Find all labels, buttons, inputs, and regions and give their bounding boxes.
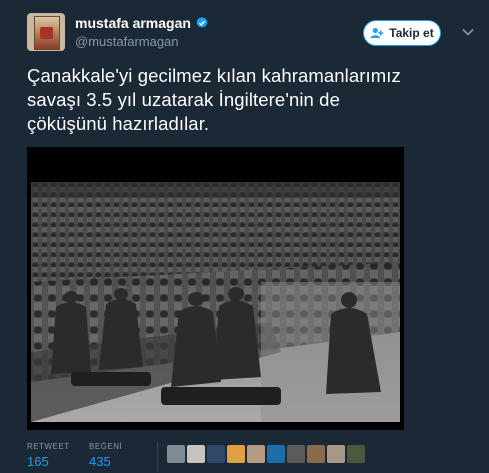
like-label: BEĞENİ [89, 442, 123, 451]
liker-avatar[interactable] [187, 445, 205, 463]
liker-avatar[interactable] [227, 445, 245, 463]
tweet-line: savaşı 3.5 yıl uzatarak İngiltere'nin de [27, 89, 340, 110]
name-row: mustafa armagan [75, 15, 209, 31]
liker-avatar[interactable] [327, 445, 345, 463]
tweet-media[interactable] [27, 147, 404, 430]
display-name[interactable]: mustafa armagan [75, 15, 191, 31]
chevron-down-icon[interactable] [461, 25, 475, 39]
stats-divider [157, 442, 158, 472]
like-count: 435 [89, 454, 111, 469]
tweet-line: çöküşünü hazırladılar. [27, 113, 210, 134]
liker-avatar[interactable] [307, 445, 325, 463]
tweet-text: Çanakkale'yi gecilmez kılan kahramanları… [27, 64, 477, 136]
retweet-label: RETWEET [27, 442, 70, 451]
photo-illustration [31, 182, 400, 422]
follow-button-label: Takip et [389, 26, 434, 40]
tweet-stats: RETWEET 165 BEĞENİ 435 [27, 442, 489, 473]
verified-icon [196, 16, 208, 28]
like-stat[interactable]: BEĞENİ 435 [89, 442, 122, 469]
avatar[interactable] [27, 13, 65, 51]
liker-avatar[interactable] [347, 445, 365, 463]
retweet-stat[interactable]: RETWEET 165 [27, 442, 70, 469]
user-handle[interactable]: @mustafarmagan [75, 34, 179, 49]
liker-avatar[interactable] [247, 445, 265, 463]
liker-avatar[interactable] [167, 445, 185, 463]
liker-avatar[interactable] [267, 445, 285, 463]
liker-avatars [167, 445, 365, 463]
retweet-count: 165 [27, 454, 49, 469]
add-user-icon [370, 27, 384, 39]
liker-avatar[interactable] [287, 445, 305, 463]
tweet-photo [31, 182, 400, 422]
tweet-header: mustafa armagan @mustafarmagan Takip et [27, 13, 475, 53]
tweet-line: Çanakkale'yi gecilmez kılan kahramanları… [27, 65, 401, 86]
liker-avatar[interactable] [207, 445, 225, 463]
follow-button[interactable]: Takip et [363, 20, 441, 46]
